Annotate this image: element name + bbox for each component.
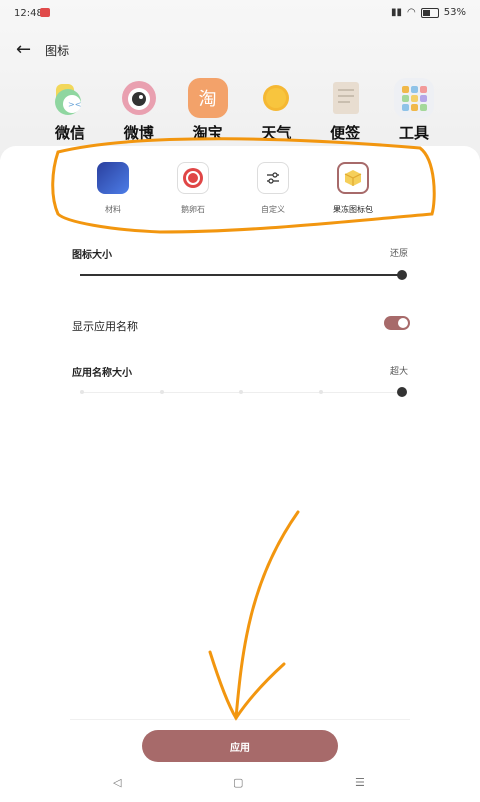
tools-folder-icon (393, 78, 434, 118)
slider-track (80, 274, 402, 276)
preview-app-tools: 工具 (384, 78, 444, 142)
apply-button[interactable]: 应用 (142, 730, 338, 762)
app-name-size-value: 超大 (389, 367, 408, 377)
weather-icon (256, 78, 296, 118)
battery-icon (420, 7, 439, 18)
icon-style-label: 鹅卵石 (181, 205, 205, 214)
pebble-style-icon (177, 162, 209, 194)
nav-recents-icon[interactable]: ☰ (355, 776, 365, 789)
jelly-pack-icon (337, 162, 369, 194)
settings-sheet (0, 146, 480, 802)
weibo-icon (119, 78, 159, 118)
slider-step-dot (239, 390, 243, 394)
icon-style-label: 自定义 (261, 205, 285, 214)
wechat-icon: >< (50, 78, 90, 118)
back-arrow-icon[interactable]: ← (16, 41, 31, 59)
preview-app-label: 微信 (54, 124, 85, 142)
svg-text:><: >< (68, 100, 81, 109)
icon-style-pebble[interactable]: 鹅卵石 (158, 162, 228, 215)
preview-app-label: 天气 (261, 124, 292, 142)
slider-step-dot (319, 390, 323, 394)
icon-style-label: 果冻图标包 (333, 205, 373, 214)
slider-thumb[interactable] (397, 270, 407, 280)
icon-style-label: 材料 (105, 205, 121, 214)
slider-thumb[interactable] (397, 387, 407, 397)
preview-app-label: 便签 (330, 124, 361, 142)
show-app-name-label: 显示应用名称 (72, 320, 138, 333)
icon-style-material[interactable]: 材料 (78, 162, 148, 215)
header: ← 图标 (16, 38, 69, 62)
navigation-bar: ◁ ▢ ☰ (0, 776, 480, 796)
nav-back-icon[interactable]: ◁ (113, 776, 121, 789)
icon-size-label: 图标大小 (72, 250, 112, 261)
notes-icon (325, 78, 365, 118)
preview-app-notes: 便签 (315, 78, 375, 142)
show-app-name-toggle[interactable] (384, 316, 410, 330)
preview-app-label: 微博 (123, 124, 154, 142)
screen: >< 微信 微博 淘 淘宝 天气 便签 工具 12:48 ▮▮ ◠ 53% ← … (0, 0, 480, 802)
preview-app-weather: 天气 (246, 78, 306, 142)
material-style-icon (97, 162, 129, 194)
app-name-size-label: 应用名称大小 (72, 368, 132, 379)
custom-style-icon (257, 162, 289, 194)
wifi-icon: ◠ (407, 7, 416, 18)
toggle-knob (398, 318, 408, 328)
page-title: 图标 (45, 43, 70, 58)
slider-step-dot (160, 390, 164, 394)
preview-app-wechat: >< 微信 (40, 78, 100, 142)
preview-app-label: 淘宝 (192, 124, 223, 142)
status-time: 12:48 (14, 8, 43, 19)
notification-icon (40, 8, 50, 17)
nav-home-icon[interactable]: ▢ (233, 776, 243, 789)
signal-icon: ▮▮ (391, 7, 403, 18)
taobao-glyph: 淘 (198, 89, 217, 110)
preview-app-row: >< 微信 微博 淘 淘宝 天气 便签 工具 (40, 78, 444, 142)
icon-size-reset[interactable]: 还原 (390, 246, 408, 259)
app-name-size-slider[interactable] (80, 387, 407, 397)
icon-style-custom[interactable]: 自定义 (238, 162, 308, 215)
preview-app-taobao: 淘 淘宝 (178, 78, 238, 142)
status-right: ▮▮ ◠ 53% (391, 7, 466, 18)
battery-percent: 53% (443, 7, 466, 18)
status-bar: 12:48 ▮▮ ◠ 53% (0, 0, 480, 26)
icon-style-options: 材料 鹅卵石 自定义 果冻图标包 (78, 162, 388, 215)
preview-app-label: 工具 (398, 124, 429, 142)
icon-style-jelly-pack[interactable]: 果冻图标包 (318, 162, 388, 215)
icon-size-slider[interactable] (80, 270, 407, 280)
preview-app-weibo: 微博 (109, 78, 169, 142)
taobao-icon: 淘 (187, 78, 228, 118)
divider (70, 719, 410, 720)
slider-step-dot (80, 390, 84, 394)
